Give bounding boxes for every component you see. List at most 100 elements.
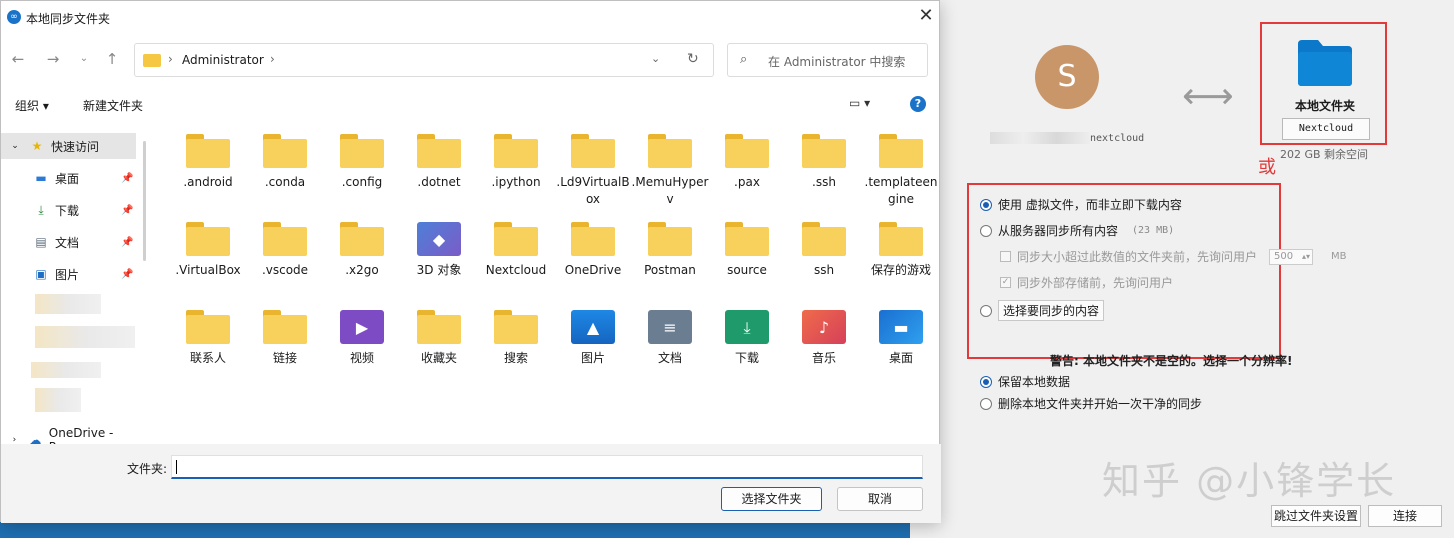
size-spinbox[interactable]: 500 xyxy=(1269,248,1314,265)
chevron-down-icon[interactable]: ⌄ xyxy=(7,141,23,151)
file-item[interactable]: .dotnet xyxy=(399,134,479,191)
file-item[interactable]: .vscode xyxy=(245,222,325,279)
cancel-button[interactable]: 取消 xyxy=(837,487,923,511)
chevron-down-icon[interactable]: ⌄ xyxy=(651,52,660,65)
radio-erase-local[interactable] xyxy=(980,397,992,410)
pin-icon[interactable]: 📌 xyxy=(121,173,133,184)
file-item[interactable]: .config xyxy=(322,134,402,191)
option-keep-local[interactable]: 保留本地数据 xyxy=(980,373,1070,390)
file-item[interactable]: .MemuHyperv xyxy=(630,134,710,208)
file-item-label: 音乐 xyxy=(811,351,836,365)
skip-folder-button[interactable]: 跳过文件夹设置 xyxy=(1271,505,1361,527)
file-item-label: .config xyxy=(341,175,383,189)
search-box[interactable]: ⌕ 在 Administrator 中搜索 xyxy=(727,43,928,77)
desktop-icon: ▬ xyxy=(879,310,923,344)
pin-icon[interactable]: 📌 xyxy=(121,269,133,280)
file-item[interactable]: Nextcloud xyxy=(476,222,556,279)
view-options-icon[interactable]: ▭ ▾ xyxy=(849,96,870,110)
file-item[interactable]: ▶ 视频 xyxy=(322,310,402,367)
file-item[interactable]: ssh xyxy=(784,222,864,279)
sidebar-item-downloads[interactable]: ⤓ 下载 📌 xyxy=(1,197,136,223)
redacted-sidebar-item[interactable] xyxy=(35,326,135,348)
checkbox-ask-external[interactable]: ✓ xyxy=(1000,277,1011,288)
address-bar[interactable]: › Administrator › ⌄ ↻ xyxy=(134,43,714,77)
option-ask-size[interactable]: 同步大小超过此数值的文件夹前，先询问用户 500 MB xyxy=(1000,248,1347,265)
select-folder-button[interactable]: 选择文件夹 xyxy=(721,487,822,511)
file-item[interactable]: .templateengine xyxy=(861,134,941,208)
option-sync-all[interactable]: 从服务器同步所有内容 (23 MB) xyxy=(980,222,1174,239)
sidebar-item-quick-access[interactable]: ⌄ ★ 快速访问 xyxy=(1,133,136,159)
file-item[interactable]: .conda xyxy=(245,134,325,191)
back-arrow-icon[interactable]: ← xyxy=(8,49,28,69)
redacted-sidebar-item[interactable] xyxy=(31,362,101,378)
checkbox-ask-size[interactable] xyxy=(1000,251,1011,262)
file-item[interactable]: Postman xyxy=(630,222,710,279)
sidebar-scrollbar[interactable] xyxy=(143,141,146,261)
folder-name-label: 文件夹: xyxy=(127,462,168,476)
sidebar-item-pictures[interactable]: ▣ 图片 📌 xyxy=(1,261,136,287)
option-sync-all-label: 从服务器同步所有内容 xyxy=(998,224,1119,238)
radio-virtual[interactable] xyxy=(980,198,992,211)
breadcrumb-administrator[interactable]: Administrator xyxy=(182,53,264,67)
file-item[interactable]: ▲ 图片 xyxy=(553,310,633,367)
file-item[interactable]: ♪ 音乐 xyxy=(784,310,864,367)
connect-button[interactable]: 连接 xyxy=(1368,505,1442,527)
option-ask-external[interactable]: ✓ 同步外部存储前，先询问用户 xyxy=(1000,274,1173,291)
file-item[interactable]: .pax xyxy=(707,134,787,191)
help-icon[interactable]: ? xyxy=(910,96,926,112)
file-item[interactable]: ▬ 桌面 xyxy=(861,310,941,367)
folder-icon xyxy=(340,222,384,256)
breadcrumb-chevron-icon[interactable]: › xyxy=(270,52,275,66)
file-item[interactable]: 收藏夹 xyxy=(399,310,479,367)
folder-name-input[interactable] xyxy=(171,455,923,479)
file-item[interactable]: 链接 xyxy=(245,310,325,367)
breadcrumb-chevron-icon[interactable]: › xyxy=(168,52,173,66)
pin-icon[interactable]: 📌 xyxy=(121,237,133,248)
file-item[interactable]: source xyxy=(707,222,787,279)
refresh-icon[interactable]: ↻ xyxy=(687,51,699,67)
file-item[interactable]: ⤓ 下载 xyxy=(707,310,787,367)
video-icon: ▶ xyxy=(340,310,384,344)
file-item-label: .dotnet xyxy=(417,175,461,189)
file-item[interactable]: 保存的游戏 xyxy=(861,222,941,279)
file-item[interactable]: .VirtualBox xyxy=(168,222,248,279)
redacted-sidebar-item[interactable] xyxy=(35,388,81,412)
up-arrow-icon[interactable]: ↑ xyxy=(102,49,122,69)
folder-icon xyxy=(417,310,461,344)
pin-icon[interactable]: 📌 xyxy=(121,205,133,216)
choose-content-button[interactable]: 选择要同步的内容 xyxy=(998,300,1105,321)
file-item[interactable]: ◆ 3D 对象 xyxy=(399,222,479,279)
desktop-icon: ▬ xyxy=(35,171,47,185)
new-folder-button[interactable]: 新建文件夹 xyxy=(83,97,143,114)
file-item-label: 收藏夹 xyxy=(420,351,457,365)
or-annotation: 或 xyxy=(1258,157,1276,178)
file-item[interactable]: .android xyxy=(168,134,248,191)
file-item[interactable]: .x2go xyxy=(322,222,402,279)
sidebar-item-desktop[interactable]: ▬ 桌面 📌 xyxy=(1,165,136,191)
file-item[interactable]: .Ld9VirtualBox xyxy=(553,134,633,208)
sync-all-size: (23 MB) xyxy=(1132,225,1175,236)
option-erase-local[interactable]: 删除本地文件夹并开始一次干净的同步 xyxy=(980,395,1202,412)
file-item[interactable]: .ipython xyxy=(476,134,556,191)
file-item[interactable]: .ssh xyxy=(784,134,864,191)
close-icon[interactable]: ✕ xyxy=(914,6,938,28)
radio-keep-local[interactable] xyxy=(980,375,992,388)
sidebar-label: 下载 xyxy=(55,203,80,218)
option-choose[interactable]: 选择要同步的内容 xyxy=(980,300,1105,321)
file-item[interactable]: 搜索 xyxy=(476,310,556,367)
file-item[interactable]: ≡ 文档 xyxy=(630,310,710,367)
option-virtual-files[interactable]: 使用 虚拟文件，而非立即下载内容 xyxy=(980,196,1182,213)
recent-chevron-icon[interactable]: ⌄ xyxy=(74,49,94,69)
documents-icon: ≡ xyxy=(648,310,692,344)
sidebar-item-documents[interactable]: ▤ 文档 📌 xyxy=(1,229,136,255)
search-input[interactable]: 在 Administrator 中搜索 xyxy=(768,53,905,70)
file-item[interactable]: 联系人 xyxy=(168,310,248,367)
organize-menu[interactable]: 组织 ▾ xyxy=(15,97,49,114)
forward-arrow-icon[interactable]: → xyxy=(43,49,63,69)
radio-sync-all[interactable] xyxy=(980,224,992,237)
local-folder-button[interactable]: Nextcloud xyxy=(1282,118,1370,140)
file-item-label: 链接 xyxy=(272,351,297,365)
redacted-sidebar-item[interactable] xyxy=(35,294,101,314)
file-item[interactable]: OneDrive xyxy=(553,222,633,279)
radio-choose[interactable] xyxy=(980,304,992,317)
